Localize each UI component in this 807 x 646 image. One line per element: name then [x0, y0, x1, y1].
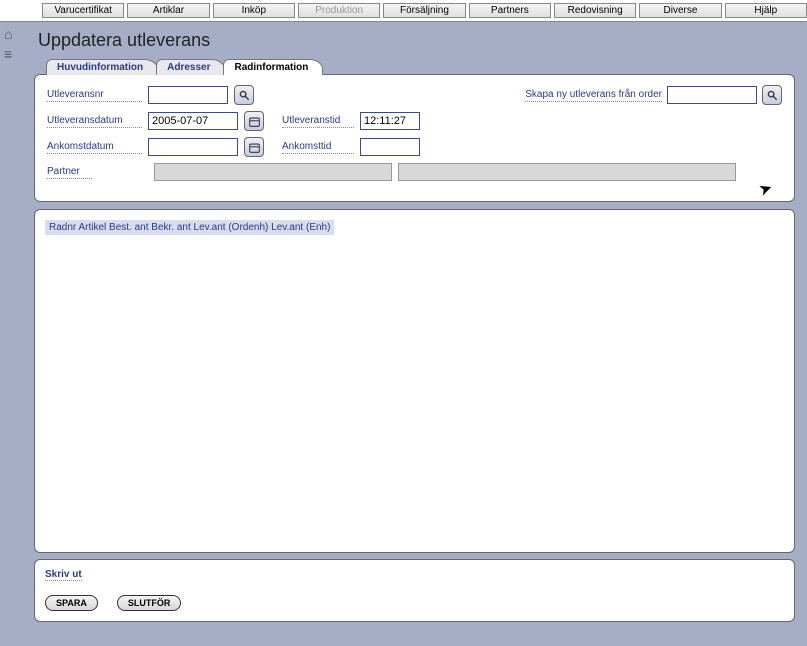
utleveransnr-input[interactable]	[148, 86, 228, 104]
grid-panel: Radnr Artikel Best. ant Bekr. ant Lev.an…	[34, 209, 795, 553]
ankomstdatum-calendar-button[interactable]	[244, 137, 264, 157]
utleveranstid-input[interactable]	[360, 112, 420, 130]
bottom-panel: Skriv ut SPARA SLUTFÖR	[34, 559, 795, 622]
skapa-label: Skapa ny utleverans från order	[525, 89, 662, 102]
tab-huvudinformation[interactable]: Huvudinformation	[46, 59, 158, 75]
finish-button[interactable]: SLUTFÖR	[117, 595, 182, 611]
search-icon	[239, 90, 250, 101]
menu-produktion: Produktion	[298, 3, 380, 18]
menu-inkop[interactable]: Inköp	[213, 3, 295, 18]
main-menu-bar: Varucertifikat Artiklar Inköp Produktion…	[0, 0, 807, 22]
save-button[interactable]: SPARA	[45, 595, 98, 611]
menu-artiklar[interactable]: Artiklar	[127, 3, 209, 18]
grid-header: Radnr Artikel Best. ant Bekr. ant Lev.an…	[45, 220, 334, 235]
menu-diverse[interactable]: Diverse	[639, 3, 721, 18]
home-icon[interactable]: ⌂	[4, 26, 20, 42]
utleveranstid-label: Utleveranstid	[282, 115, 354, 128]
tab-strip: Huvudinformation Adresser Radinformation	[46, 59, 801, 75]
menu-redovisning[interactable]: Redovisning	[554, 3, 636, 18]
utleveransnr-search-button[interactable]	[234, 85, 254, 105]
calendar-icon	[249, 116, 260, 127]
menu-hjalp[interactable]: Hjälp	[725, 3, 807, 18]
page-title: Uppdatera utleverans	[28, 24, 801, 59]
print-link[interactable]: Skriv ut	[45, 569, 82, 581]
utleveransdatum-label: Utleveransdatum	[47, 115, 142, 128]
partner-input-2[interactable]	[398, 163, 736, 181]
partner-input-1[interactable]	[154, 163, 392, 181]
search-icon	[767, 90, 778, 101]
ankomstdatum-input[interactable]	[148, 138, 238, 156]
list-icon[interactable]: ≡	[4, 46, 20, 62]
ankomsttid-label: Ankomsttid	[282, 141, 354, 154]
tab-adresser[interactable]: Adresser	[156, 59, 225, 75]
ankomsttid-input[interactable]	[360, 138, 420, 156]
ankomstdatum-label: Ankomstdatum	[47, 141, 142, 154]
skapa-order-input[interactable]	[667, 86, 757, 104]
menu-forsaljning[interactable]: Försäljning	[383, 3, 465, 18]
calendar-icon	[249, 142, 260, 153]
skapa-search-button[interactable]	[762, 85, 782, 105]
content-area: Uppdatera utleverans Huvudinformation Ad…	[28, 24, 801, 640]
utleveransnr-label: Utleveransnr	[47, 89, 142, 102]
form-panel: Utleveransnr Skapa ny utleverans från or…	[34, 74, 795, 202]
menu-varucertifikat[interactable]: Varucertifikat	[42, 3, 124, 18]
menu-partners[interactable]: Partners	[469, 3, 551, 18]
partner-label: Partner	[47, 166, 92, 179]
utleveransdatum-calendar-button[interactable]	[244, 111, 264, 131]
left-toolbar: ⌂ ≡	[4, 26, 24, 66]
tab-radinformation[interactable]: Radinformation	[223, 59, 323, 75]
utleveransdatum-input[interactable]	[148, 112, 238, 130]
